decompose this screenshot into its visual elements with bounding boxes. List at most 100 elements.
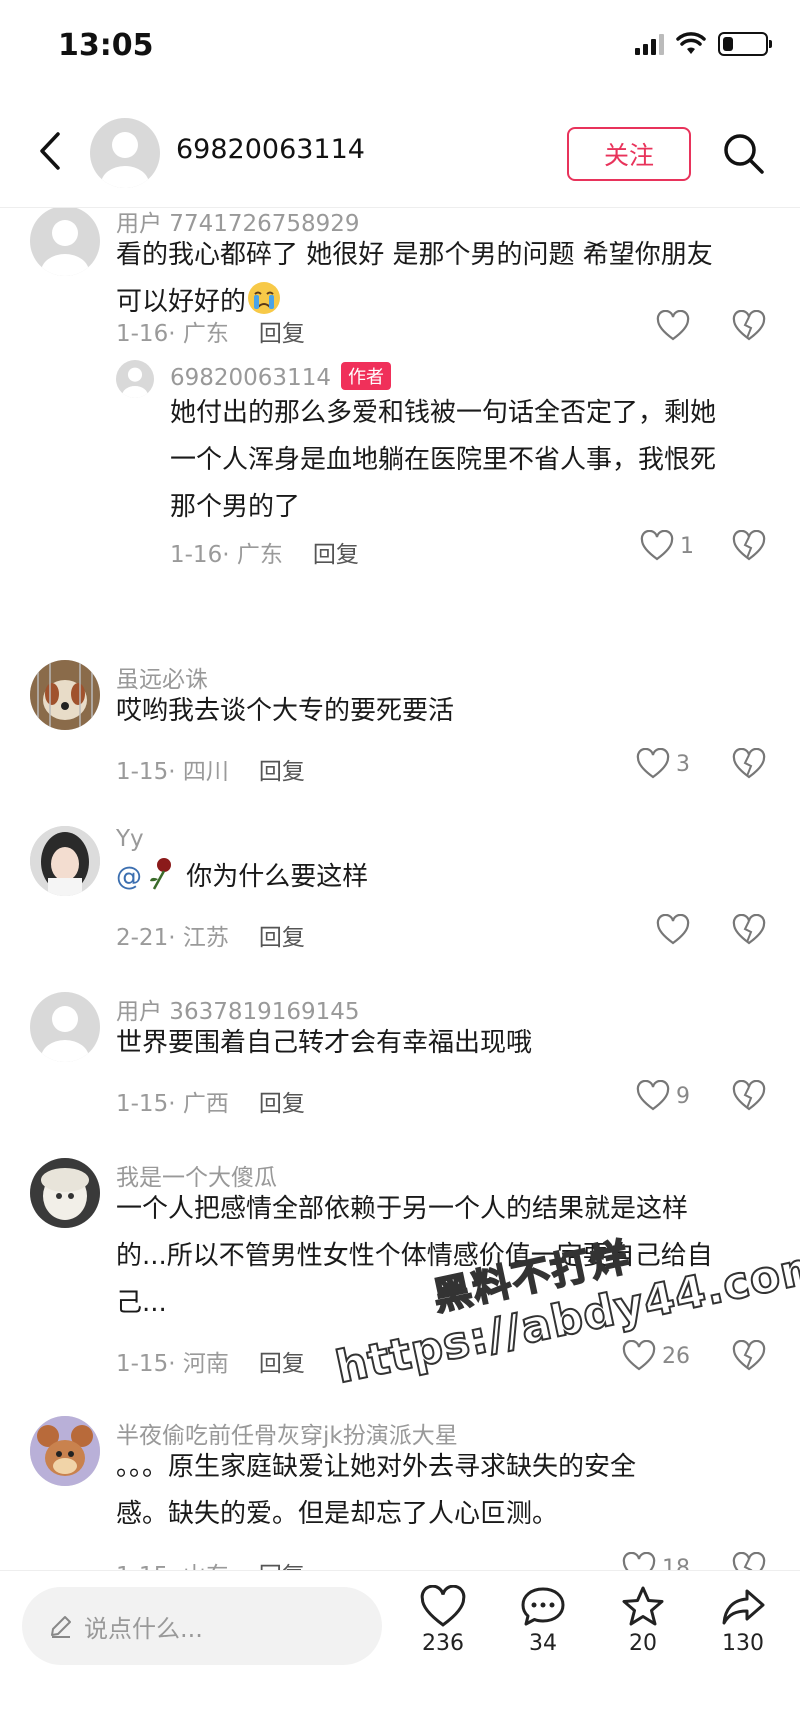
dislike-icon[interactable]: [732, 748, 766, 780]
like-button[interactable]: [656, 914, 690, 946]
author-name[interactable]: 69820063114: [176, 134, 365, 165]
comment-meta: 1-15· 河南 回复: [116, 1351, 305, 1377]
heart-icon: [636, 748, 670, 779]
share-count: 130: [722, 1631, 764, 1656]
dislike-icon[interactable]: [732, 310, 766, 342]
like-count: 9: [676, 1083, 690, 1109]
comment-text-line: 那个男的了: [170, 492, 301, 522]
comment-meta: 1-16· 广东 回复: [170, 542, 359, 568]
comment-location: 广东: [182, 321, 229, 347]
avatar[interactable]: [30, 1158, 100, 1228]
comment-date: 1-16: [170, 542, 223, 568]
reply-button[interactable]: 回复: [259, 1563, 305, 1570]
reply-button[interactable]: 回复: [313, 542, 359, 568]
back-icon[interactable]: [30, 126, 70, 176]
like-post-button[interactable]: 236: [408, 1585, 478, 1656]
comment-button[interactable]: 34: [508, 1585, 578, 1656]
heart-icon: [622, 1340, 656, 1371]
mention-link[interactable]: @: [116, 862, 142, 892]
heart-icon: [420, 1585, 466, 1627]
chat-bubble-icon: [521, 1587, 565, 1626]
search-icon[interactable]: [720, 130, 768, 178]
like-count: 26: [662, 1343, 690, 1369]
avatar[interactable]: [30, 826, 100, 896]
avatar[interactable]: [30, 992, 100, 1062]
avatar[interactable]: [30, 1416, 100, 1486]
bottom-bar: 说点什么... 236 34 20 130: [0, 1570, 800, 1731]
comment-text-line: 己...: [116, 1288, 167, 1318]
comment-date: 1-15: [116, 1563, 168, 1570]
dislike-icon[interactable]: [732, 1340, 766, 1372]
avatar[interactable]: [116, 360, 154, 398]
dislike-icon[interactable]: [732, 914, 766, 946]
comment-date: 1-15: [116, 1091, 169, 1117]
default-avatar-icon: [41, 1006, 89, 1062]
dislike-icon[interactable]: [732, 530, 766, 562]
like-button[interactable]: [656, 310, 690, 342]
heart-icon: [656, 310, 690, 341]
favorite-count: 20: [629, 1631, 657, 1656]
comment-meta: 1-15· 四川 回复: [116, 759, 305, 785]
comment-location: 山东: [183, 1563, 229, 1570]
cellular-signal-icon: [635, 33, 664, 55]
reply-button[interactable]: 回复: [259, 925, 305, 951]
like-count: 3: [676, 751, 690, 777]
status-time: 13:05: [58, 28, 154, 63]
status-icons: [635, 32, 772, 56]
like-button[interactable]: 1: [640, 530, 694, 562]
crying-emoji-icon: [248, 282, 281, 314]
comment-meta: 1-16· 广东 回复: [116, 321, 305, 347]
comment-meta: 1-15· 山东回复: [116, 1556, 305, 1570]
comment-meta: 2-21· 江苏 回复: [116, 925, 305, 951]
like-button[interactable]: 26: [622, 1340, 690, 1372]
avatar[interactable]: [90, 118, 160, 188]
comment-username[interactable]: Yy: [116, 826, 144, 852]
comment-text-line: 看的我心都碎了 她很好 是那个男的问题 希望你朋友: [116, 240, 713, 270]
share-button[interactable]: 130: [708, 1585, 778, 1656]
heart-icon: [622, 1552, 656, 1570]
comment-date: 1-15: [116, 1351, 169, 1377]
like-button[interactable]: 18: [622, 1552, 690, 1570]
comment-location: 四川: [182, 759, 229, 785]
default-avatar-icon: [121, 367, 149, 398]
reply-button[interactable]: 回复: [259, 321, 305, 347]
comment-text-line: 她付出的那么多爱和钱被一句话全否定了，剩她: [170, 398, 717, 428]
comment-text-line: 的...所以不管男性女性个体情感价值一定要自己给自: [116, 1241, 713, 1271]
like-button[interactable]: 9: [636, 1080, 690, 1112]
avatar[interactable]: [30, 660, 100, 730]
reply-button[interactable]: 回复: [259, 1091, 305, 1117]
heart-icon: [656, 914, 690, 945]
like-count: 236: [422, 1631, 464, 1656]
default-avatar-icon: [41, 220, 89, 276]
rose-icon: [150, 858, 171, 890]
comment-text-line: 可以好好的: [116, 287, 247, 317]
status-bar: 13:05: [0, 0, 800, 96]
share-icon: [722, 1589, 765, 1625]
comment-text-line: 一个人把感情全部依赖于另一个人的结果就是这样: [116, 1194, 689, 1224]
doll-avatar-icon: [30, 1158, 100, 1228]
like-button[interactable]: 3: [636, 748, 690, 780]
battery-level: [723, 37, 733, 51]
comment-username-text: 69820063114: [170, 365, 331, 391]
comment-input-placeholder: 说点什么...: [84, 1614, 203, 1643]
avatar[interactable]: [30, 208, 100, 276]
favorite-button[interactable]: 20: [608, 1585, 678, 1656]
comment-username[interactable]: 69820063114 作者: [170, 362, 391, 391]
dog-avatar-icon: [30, 660, 100, 730]
author-badge: 作者: [340, 362, 391, 390]
wifi-icon: [676, 32, 706, 54]
cartoon-mouse-avatar-icon: [30, 1416, 100, 1486]
dislike-icon[interactable]: [732, 1552, 766, 1570]
comment-text-line: 世界要围着自己转才会有幸福出现哦: [116, 1028, 533, 1058]
comment-list: 用户 7741726758929 看的我心都碎了 她很好 是那个男的问题 希望你…: [0, 208, 800, 1570]
reply-button[interactable]: 回复: [259, 1351, 305, 1377]
like-count: 1: [680, 533, 694, 559]
comment-text-line: 哎哟我去谈个大专的要死要活: [116, 696, 455, 726]
header: 69820063114 关注: [0, 96, 800, 208]
comment-input[interactable]: 说点什么...: [22, 1587, 382, 1665]
comment-location: 江苏: [182, 925, 229, 951]
star-icon: [622, 1586, 664, 1626]
dislike-icon[interactable]: [732, 1080, 766, 1112]
follow-button[interactable]: 关注: [567, 127, 691, 181]
reply-button[interactable]: 回复: [259, 759, 305, 785]
